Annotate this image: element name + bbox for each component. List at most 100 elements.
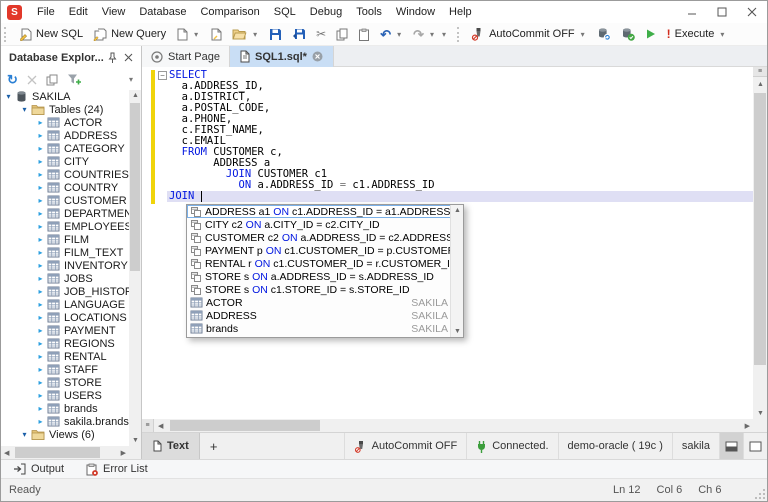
expand-arrow-icon[interactable]: ▸ — [36, 131, 45, 140]
sql-editor[interactable]: − SELECT a.ADDRESS_ID, a.DISTRICT, a.POS… — [142, 67, 767, 432]
tab-start-page[interactable]: Start Page — [142, 46, 230, 67]
expand-arrow-icon[interactable]: ▸ — [36, 300, 45, 309]
tree-item-departments[interactable]: ▸DEPARTMENTS — [1, 207, 141, 220]
scroll-thumb[interactable] — [754, 93, 766, 365]
tree-item-language[interactable]: ▸LANGUAGE — [1, 298, 141, 311]
tree-item-category[interactable]: ▸CATEGORY — [1, 142, 141, 155]
filter-button[interactable] — [67, 73, 82, 86]
tree-item-employees[interactable]: ▸EMPLOYEES — [1, 220, 141, 233]
collapse-arrow-icon[interactable]: ▾ — [20, 105, 29, 114]
text-view-tab[interactable]: Text — [142, 433, 200, 459]
scroll-left-icon[interactable]: ◀ — [158, 422, 163, 430]
collapse-arrow-icon[interactable]: ▾ — [4, 92, 13, 101]
expand-arrow-icon[interactable]: ▸ — [36, 378, 45, 387]
copy-button[interactable] — [331, 24, 353, 45]
tree-item-regions[interactable]: ▸REGIONS — [1, 337, 141, 350]
explorer-horizontal-scrollbar[interactable]: ◀ ▶ — [1, 446, 141, 459]
tree-item-brands[interactable]: ▸brands — [1, 402, 141, 415]
tree-item-inventory[interactable]: ▸INVENTORY — [1, 259, 141, 272]
menu-item-tools[interactable]: Tools — [349, 1, 389, 23]
save-button[interactable] — [264, 24, 287, 45]
new-query-button[interactable]: New Query — [88, 24, 171, 45]
completion-item-store-s[interactable]: STORE s ON c1.STORE_ID = s.STORE_ID — [187, 283, 463, 296]
completion-item-payment-p[interactable]: PAYMENT p ON c1.CUSTOMER_ID = p.CUSTOMER… — [187, 244, 463, 257]
tree-item-countries[interactable]: ▸COUNTRIES — [1, 168, 141, 181]
scroll-down-icon[interactable]: ▼ — [132, 437, 139, 444]
menu-item-help[interactable]: Help — [442, 1, 479, 23]
redo-dropdown-icon[interactable]: ▾ — [428, 30, 436, 39]
new-file-button[interactable] — [205, 24, 227, 45]
resize-grip[interactable] — [755, 489, 765, 499]
expand-arrow-icon[interactable]: ▸ — [36, 235, 45, 244]
menu-item-sql[interactable]: SQL — [267, 1, 303, 23]
scroll-up-icon[interactable]: ▲ — [757, 81, 764, 88]
expand-arrow-icon[interactable]: ▸ — [36, 170, 45, 179]
menu-item-window[interactable]: Window — [389, 1, 442, 23]
completion-item-address-a1[interactable]: ADDRESS a1 ON c1.ADDRESS_ID = a1.ADDRESS… — [187, 205, 463, 218]
open-file-button[interactable]: ▾ — [227, 24, 264, 45]
tree-item-address[interactable]: ▸ADDRESS — [1, 129, 141, 142]
schema-indicator[interactable]: sakila — [672, 433, 719, 459]
new-document-dropdown-icon[interactable]: ▾ — [192, 30, 200, 39]
tree-item-payment[interactable]: ▸PAYMENT — [1, 324, 141, 337]
scroll-thumb[interactable] — [130, 103, 140, 271]
menu-item-database[interactable]: Database — [132, 1, 193, 23]
tree-item-job-history[interactable]: ▸JOB_HISTORY — [1, 285, 141, 298]
tree-item-film-text[interactable]: ▸FILM_TEXT — [1, 246, 141, 259]
completion-item-actor[interactable]: ACTORSAKILA — [187, 296, 463, 309]
scroll-down-icon[interactable]: ▼ — [757, 410, 764, 417]
tree-item-store[interactable]: ▸STORE — [1, 376, 141, 389]
close-button[interactable] — [737, 1, 767, 23]
toolbar-grip[interactable] — [4, 27, 9, 42]
connection-status[interactable]: Connected. — [466, 433, 557, 459]
paste-button[interactable] — [353, 24, 375, 45]
tree-item-views-6[interactable]: ▾Views (6) — [1, 428, 141, 441]
execute-dropdown-icon[interactable]: ▾ — [718, 30, 726, 39]
tree-item-staff[interactable]: ▸STAFF — [1, 363, 141, 376]
open-file-dropdown-icon[interactable]: ▾ — [251, 30, 259, 39]
new-document-button[interactable]: ▾ — [171, 24, 205, 45]
execute-button[interactable]: ! Execute ▾ — [662, 24, 732, 45]
tab-close-icon[interactable] — [312, 51, 324, 63]
expand-arrow-icon[interactable]: ▸ — [36, 313, 45, 322]
completion-item-city-c2[interactable]: CITY c2 ON a.CITY_ID = c2.CITY_ID — [187, 218, 463, 231]
tree-item-jobs[interactable]: ▸JOBS — [1, 272, 141, 285]
fold-toggle-icon[interactable]: − — [158, 71, 167, 80]
undo-dropdown-icon[interactable]: ▾ — [395, 30, 403, 39]
tree-item-rental[interactable]: ▸RENTAL — [1, 350, 141, 363]
tab-sql1[interactable]: SQL1.sql* — [230, 46, 334, 67]
scroll-left-icon[interactable]: ◀ — [4, 449, 9, 457]
popup-scrollbar[interactable]: ▲ ▼ — [450, 205, 463, 337]
expand-arrow-icon[interactable]: ▸ — [36, 339, 45, 348]
save-all-button[interactable] — [287, 24, 311, 45]
redo-button[interactable]: ↷ ▾ ▾ — [408, 24, 453, 45]
cut-button[interactable]: ✂ — [311, 24, 331, 45]
scroll-right-icon[interactable]: ▶ — [121, 449, 126, 457]
scroll-down-icon[interactable]: ▼ — [454, 328, 461, 335]
minimize-button[interactable] — [677, 1, 707, 23]
expand-arrow-icon[interactable]: ▸ — [36, 391, 45, 400]
tree-item-city[interactable]: ▸CITY — [1, 155, 141, 168]
scroll-up-icon[interactable]: ▲ — [454, 207, 461, 214]
tree-item-users[interactable]: ▸USERS — [1, 389, 141, 402]
expand-arrow-icon[interactable]: ▸ — [36, 261, 45, 270]
add-view-button[interactable]: + — [200, 433, 228, 459]
tree-item-customer[interactable]: ▸CUSTOMER — [1, 194, 141, 207]
expand-arrow-icon[interactable]: ▸ — [36, 287, 45, 296]
delete-button[interactable] — [27, 75, 37, 85]
autocommit-status[interactable]: AutoCommit OFF — [344, 433, 467, 459]
panel-close-icon[interactable] — [120, 53, 136, 62]
tree-item-locations[interactable]: ▸LOCATIONS — [1, 311, 141, 324]
expand-arrow-icon[interactable]: ▸ — [36, 417, 45, 426]
error-list-tab[interactable]: Error List — [86, 463, 148, 476]
expand-arrow-icon[interactable]: ▸ — [36, 144, 45, 153]
autocommit-dropdown-icon[interactable]: ▾ — [579, 30, 587, 39]
tree-item-sakila[interactable]: ▾SAKILA — [1, 90, 141, 103]
completion-item-rental-r[interactable]: RENTAL r ON c1.CUSTOMER_ID = r.CUSTOMER_… — [187, 257, 463, 270]
expand-arrow-icon[interactable]: ▸ — [36, 157, 45, 166]
split-handle[interactable]: ≡ — [142, 419, 154, 432]
menu-item-file[interactable]: File — [30, 1, 62, 23]
menu-item-view[interactable]: View — [95, 1, 133, 23]
new-sql-button[interactable]: New SQL — [14, 24, 88, 45]
expand-arrow-icon[interactable]: ▸ — [36, 274, 45, 283]
